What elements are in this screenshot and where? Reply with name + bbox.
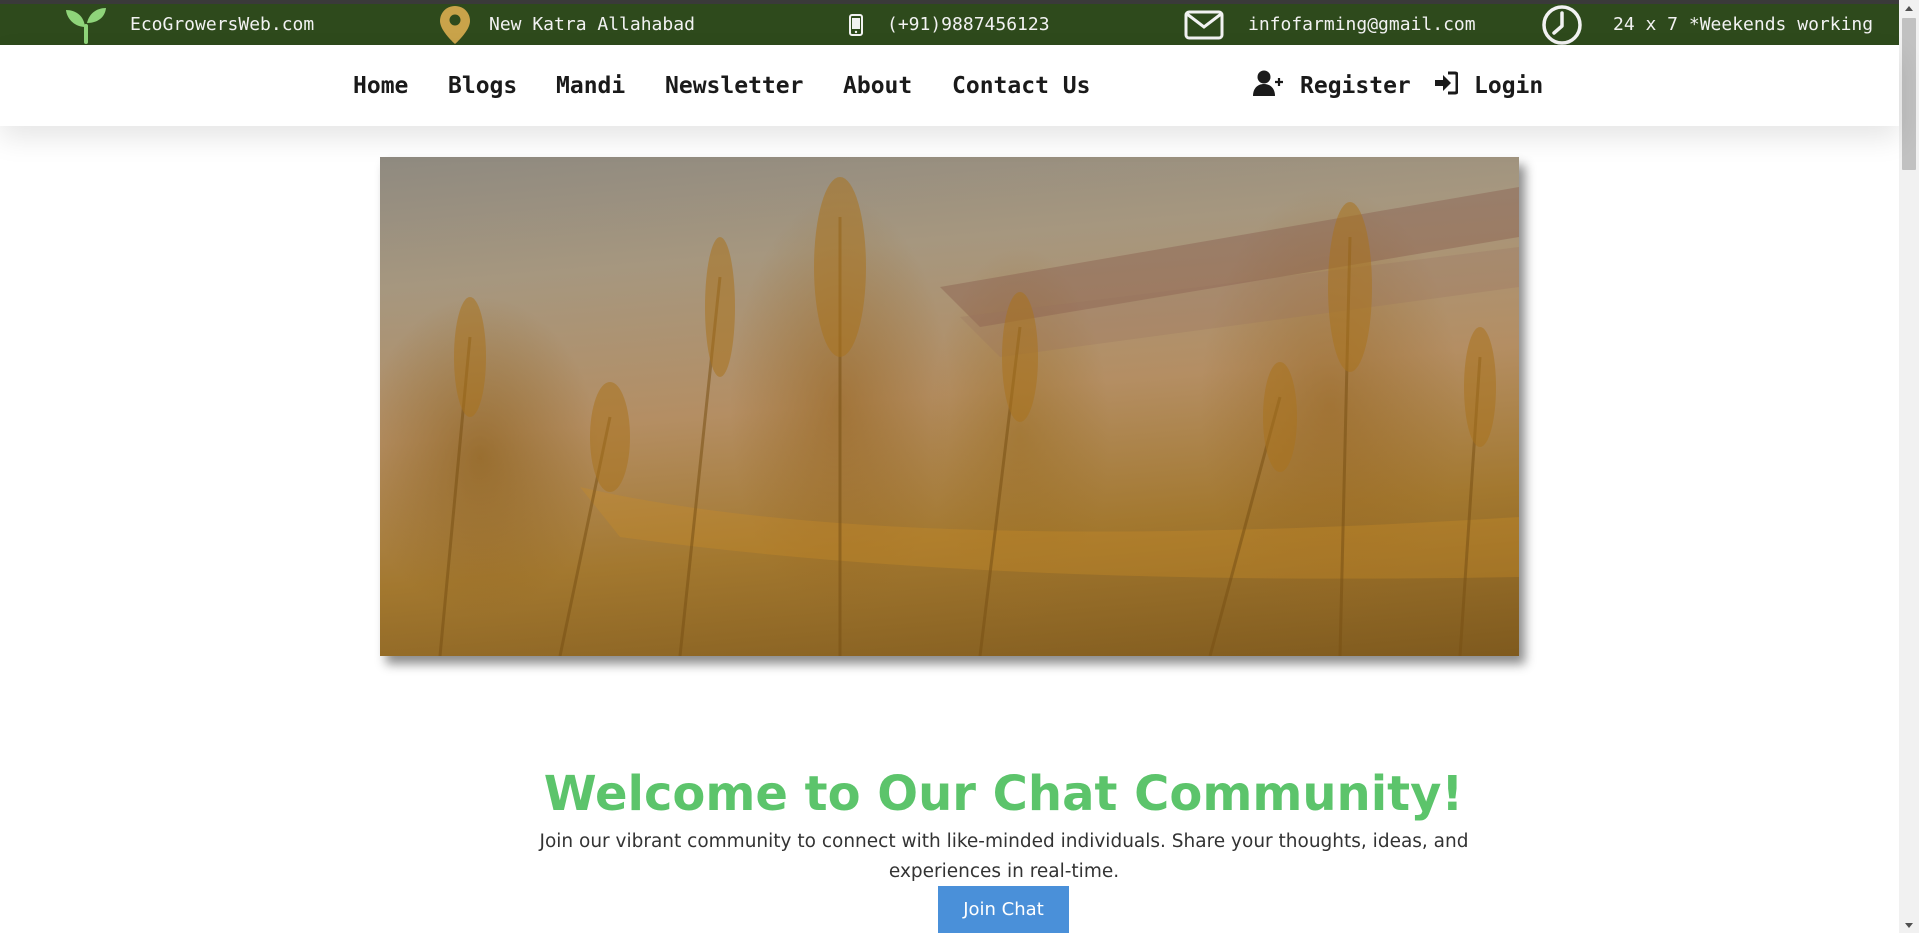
vertical-scrollbar[interactable]: [1899, 0, 1919, 933]
scrollbar-thumb[interactable]: [1902, 18, 1916, 170]
welcome-title: Welcome to Our Chat Community!: [543, 766, 1464, 823]
nav-link-newsletter[interactable]: Newsletter: [665, 45, 803, 126]
register-label: Register: [1300, 72, 1411, 99]
scroll-up-arrow-icon[interactable]: [1899, 0, 1919, 16]
welcome-description: Join our vibrant community to connect wi…: [539, 830, 1469, 882]
nav-link-blogs[interactable]: Blogs: [448, 45, 517, 126]
sign-in-icon: [1434, 70, 1474, 102]
working-hours: 24 x 7 *Weekends working: [1613, 14, 1874, 35]
login-label: Login: [1474, 72, 1544, 99]
main-navbar: Home Blogs Mandi Newsletter About Contac…: [0, 45, 1899, 126]
scroll-down-arrow-icon[interactable]: [1899, 917, 1919, 933]
register-link[interactable]: Register: [1253, 45, 1411, 126]
mobile-phone-icon: [849, 13, 863, 36]
nav-link-home[interactable]: Home: [353, 45, 408, 126]
nav-link-contact-us[interactable]: Contact Us: [952, 45, 1090, 126]
location-pin-icon: [439, 5, 471, 45]
site-info[interactable]: EcoGrowersWeb.com: [64, 4, 314, 45]
login-link[interactable]: Login: [1434, 45, 1543, 126]
location-info: New Katra Allahabad: [439, 4, 695, 45]
email-address: infofarming@gmail.com: [1248, 14, 1476, 35]
site-name: EcoGrowersWeb.com: [130, 14, 315, 35]
sprout-icon: [64, 6, 108, 44]
top-info-bar: EcoGrowersWeb.com New Katra Allahabad (+…: [0, 4, 1919, 45]
wheat-grain-harvest-image: [380, 157, 1519, 656]
phone-info[interactable]: (+91)9887456123: [849, 4, 1050, 45]
location-text: New Katra Allahabad: [489, 14, 695, 35]
clock-icon: [1541, 4, 1583, 46]
nav-link-mandi[interactable]: Mandi: [556, 45, 625, 126]
envelope-icon: [1184, 10, 1224, 40]
phone-number: (+91)9887456123: [887, 14, 1050, 35]
hours-info: 24 x 7 *Weekends working: [1541, 4, 1873, 45]
email-info[interactable]: infofarming@gmail.com: [1184, 4, 1476, 45]
nav-link-about[interactable]: About: [843, 45, 912, 126]
add-user-icon: [1253, 69, 1300, 103]
join-chat-button[interactable]: Join Chat: [938, 886, 1069, 933]
